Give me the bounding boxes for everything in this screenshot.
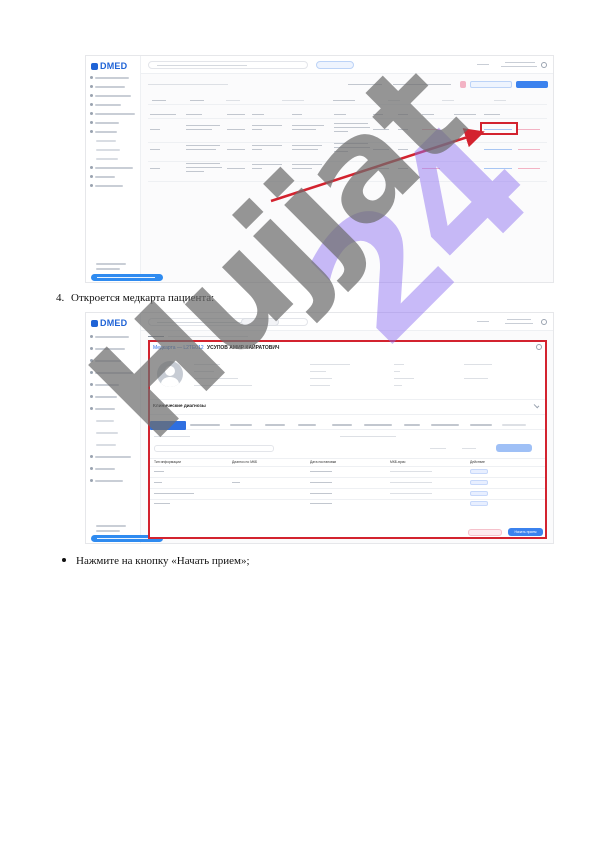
add-diagnosis-button[interactable] <box>496 444 532 452</box>
diagnoses-heading: Клинические диагнозы <box>153 403 206 408</box>
th-action: Действие <box>470 460 485 464</box>
tab[interactable] <box>431 424 459 426</box>
sidebar-subitem[interactable] <box>96 430 118 435</box>
action-button[interactable] <box>470 501 488 506</box>
user-menu[interactable] <box>477 318 547 326</box>
cancel-button[interactable] <box>468 529 502 536</box>
screenshot-patient-list: DMED <box>85 55 554 283</box>
search-input[interactable] <box>148 318 308 326</box>
sidebar-item[interactable] <box>90 358 121 363</box>
top-action-button[interactable] <box>241 318 279 326</box>
patient-avatar <box>157 361 183 387</box>
sidebar-item[interactable] <box>90 466 115 471</box>
sidebar-item[interactable] <box>90 382 119 387</box>
action-button[interactable] <box>470 480 488 485</box>
bullet-dot <box>62 558 66 562</box>
sidebar-item[interactable] <box>90 334 129 339</box>
tab[interactable] <box>404 424 420 426</box>
top-bar <box>141 313 553 331</box>
tab[interactable] <box>470 424 492 426</box>
screenshot-medcard: DMED Медкарта — L2TE012 УСУПОВ АМИР КАЙР… <box>85 312 554 544</box>
logo-icon <box>91 320 98 327</box>
info-icon[interactable] <box>536 344 542 350</box>
th-doctor: МКБ-врач <box>390 460 406 464</box>
tab[interactable] <box>364 424 392 426</box>
th-date: Дата постановки <box>310 460 337 464</box>
action-button[interactable] <box>470 491 488 496</box>
step-paragraph: 4. Откроется медкарта пациента: <box>56 292 214 304</box>
sidebar-footer <box>96 525 126 527</box>
step-text: Откроется медкарта пациента: <box>71 292 215 304</box>
tab[interactable] <box>298 424 316 426</box>
tab-active[interactable] <box>150 421 186 430</box>
chevron-down-icon[interactable] <box>533 402 540 409</box>
start-appointment-button[interactable]: Начать прием <box>508 528 543 536</box>
sidebar-item[interactable] <box>90 478 123 483</box>
tab[interactable] <box>265 424 285 426</box>
sidebar-item[interactable] <box>90 346 125 351</box>
medcard-tabs <box>150 421 545 430</box>
sidebar: DMED <box>86 313 163 543</box>
medcard-title: Медкарта — L2TE012 УСУПОВ АМИР КАЙРАТОВИ… <box>153 345 280 351</box>
bullet-paragraph: Нажмите на кнопку «Начать прием»; <box>62 555 250 567</box>
tab[interactable] <box>332 424 352 426</box>
tab[interactable] <box>190 424 220 426</box>
sidebar-item[interactable] <box>90 370 133 375</box>
action-button[interactable] <box>470 469 488 474</box>
sidebar-item[interactable] <box>90 454 131 459</box>
th-icd: Диагноз по МКБ <box>232 460 258 464</box>
tab[interactable] <box>502 424 526 426</box>
sidebar-subitem[interactable] <box>96 418 114 423</box>
app-logo: DMED <box>91 318 127 328</box>
avatar-icon <box>541 319 547 325</box>
sidebar-footer <box>96 530 120 532</box>
sidebar-item[interactable] <box>90 406 115 411</box>
pointer-arrow <box>270 128 485 203</box>
tab[interactable] <box>230 424 252 426</box>
sidebar-item[interactable] <box>90 394 117 399</box>
th-info-type: Тип информации <box>154 460 181 464</box>
medcard-panel: Медкарта — L2TE012 УСУПОВ АМИР КАЙРАТОВИ… <box>148 340 547 539</box>
diagnosis-search-input[interactable] <box>154 445 274 452</box>
bullet-text: Нажмите на кнопку «Начать прием»; <box>76 555 250 567</box>
sidebar-subitem[interactable] <box>96 442 116 447</box>
step-number: 4. <box>56 292 65 304</box>
